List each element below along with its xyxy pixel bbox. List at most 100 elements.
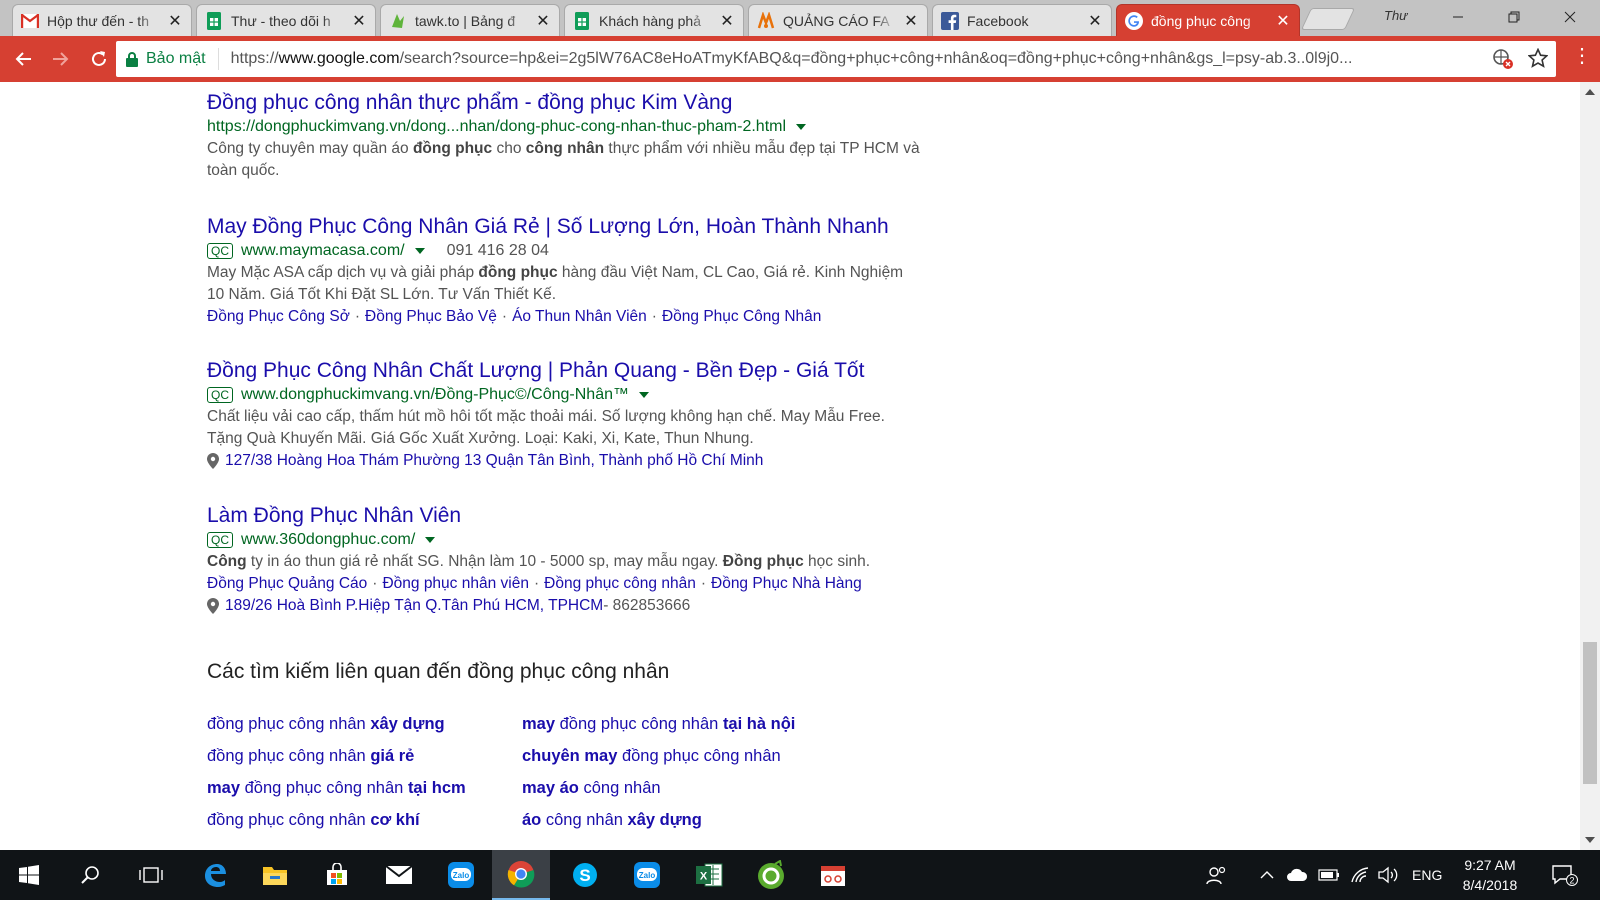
- close-icon[interactable]: ✕: [719, 11, 735, 31]
- related-search-link[interactable]: áo công nhân xây dựng: [522, 811, 702, 830]
- zalo-icon[interactable]: Zalo: [618, 850, 676, 900]
- file-explorer-icon[interactable]: [246, 850, 304, 900]
- related-search-link[interactable]: đồng phục công nhân xây dựng: [207, 715, 445, 734]
- store-icon[interactable]: [308, 850, 366, 900]
- language-indicator[interactable]: ENG: [1412, 850, 1442, 900]
- related-search-link[interactable]: may đồng phục công nhân tại hcm: [207, 779, 466, 798]
- task-view-icon[interactable]: [122, 850, 180, 900]
- scrollbar-thumb[interactable]: [1583, 642, 1597, 784]
- related-bold: cơ khí: [370, 811, 420, 829]
- result-title[interactable]: Đồng Phục Công Nhân Chất Lượng | Phản Qu…: [207, 358, 967, 384]
- new-tab-button[interactable]: [1300, 8, 1356, 30]
- vertical-scrollbar[interactable]: [1580, 82, 1600, 850]
- related-bold: tại hcm: [407, 779, 466, 797]
- sitelink[interactable]: Đồng phục nhân viên: [382, 575, 529, 592]
- dropdown-arrow-icon[interactable]: [425, 537, 436, 543]
- forward-button[interactable]: [44, 42, 78, 76]
- minimize-button[interactable]: [1430, 0, 1486, 34]
- tab-title: Hộp thư đến - th: [47, 12, 149, 29]
- result-title[interactable]: Làm Đồng Phục Nhân Viên: [207, 503, 967, 529]
- translate-icon[interactable]: [1492, 48, 1514, 75]
- edge-icon[interactable]: [186, 850, 244, 900]
- ad-badge: QC: [207, 387, 233, 403]
- close-icon[interactable]: ✕: [1275, 11, 1291, 31]
- close-icon[interactable]: ✕: [351, 11, 367, 31]
- address-bar[interactable]: Bảo mật https://www.google.com/search?so…: [116, 41, 1556, 77]
- dropdown-arrow-icon[interactable]: [639, 392, 649, 398]
- reload-button[interactable]: [82, 42, 116, 76]
- related-search-link[interactable]: chuyên may đồng phục công nhân: [522, 747, 781, 766]
- close-icon[interactable]: ✕: [535, 11, 551, 31]
- dropdown-arrow-icon[interactable]: [414, 248, 425, 254]
- address-row: 127/38 Hoàng Hoa Thám Phường 13 Quận Tân…: [207, 450, 967, 472]
- people-icon[interactable]: [1206, 850, 1228, 900]
- scroll-up-arrow-icon[interactable]: [1585, 89, 1595, 95]
- profile-label[interactable]: Thư: [1384, 8, 1407, 23]
- close-icon[interactable]: ✕: [167, 11, 183, 31]
- sitelink[interactable]: Đồng Phục Nhà Hàng: [711, 575, 862, 592]
- windows-start-icon[interactable]: [0, 850, 58, 900]
- close-window-button[interactable]: [1542, 0, 1598, 34]
- tab-google-search[interactable]: đồng phục công ✕: [1116, 4, 1300, 36]
- sitelink[interactable]: Đồng Phục Công Nhân: [662, 308, 821, 325]
- menu-icon[interactable]: ⋮: [1572, 46, 1592, 66]
- battery-icon[interactable]: [1318, 850, 1340, 900]
- clock[interactable]: 9:27 AM 8/4/2018: [1442, 855, 1538, 895]
- mail-icon[interactable]: [370, 850, 428, 900]
- address-link[interactable]: 189/26 Hoà Bình P.Hiệp Tận Q.Tân Phú HCM…: [225, 595, 603, 617]
- result-title[interactable]: May Đồng Phục Công Nhân Giá Rẻ | Số Lượn…: [207, 214, 967, 240]
- related-search-link[interactable]: may áo công nhân: [522, 779, 661, 798]
- sitelink[interactable]: Đồng Phục Công Sở: [207, 308, 350, 325]
- tab-tawkto[interactable]: tawk.to | Bảng đ ✕: [380, 4, 560, 36]
- chevron-up-icon[interactable]: [1260, 850, 1274, 900]
- result-snippet: May Mặc ASA cấp dịch vụ và giải pháp đồn…: [207, 262, 967, 306]
- secure-indicator[interactable]: Bảo mật: [126, 48, 219, 70]
- snippet-text: cho: [492, 140, 526, 157]
- tab-facebook[interactable]: Facebook ✕: [932, 4, 1112, 36]
- coccoc-icon[interactable]: [742, 850, 800, 900]
- sitelink[interactable]: Đồng Phục Bảo Vệ: [365, 308, 497, 325]
- related-search-link[interactable]: đồng phục công nhân cơ khí: [207, 811, 420, 830]
- snippet-highlight: đồng phục: [412, 140, 493, 157]
- snipping-icon[interactable]: [804, 850, 862, 900]
- result-title[interactable]: Đồng phục công nhân thực phẩm - đồng phụ…: [207, 90, 967, 116]
- onedrive-icon[interactable]: [1286, 850, 1308, 900]
- related-bold: áo: [522, 811, 542, 829]
- related-search-link[interactable]: đồng phục công nhân giá rẻ: [207, 747, 414, 766]
- tab-title: Facebook: [967, 12, 1029, 29]
- scroll-down-arrow-icon[interactable]: [1585, 837, 1595, 843]
- tab-sheets-khach-hang[interactable]: Khách hàng phả ✕: [564, 4, 744, 36]
- back-button[interactable]: [6, 42, 40, 76]
- skype-icon[interactable]: S: [556, 850, 614, 900]
- result-snippet: Công ty in áo thun giá rẻ nhất SG. Nhận …: [207, 551, 967, 573]
- volume-icon[interactable]: [1378, 850, 1400, 900]
- close-icon[interactable]: ✕: [1087, 11, 1103, 31]
- bookmark-star-icon[interactable]: [1527, 47, 1549, 75]
- tab-quang-cao[interactable]: QUẢNG CÁO FA ✕: [748, 4, 928, 36]
- result-url: www.maymacasa.com/: [241, 242, 405, 259]
- related-text: đồng phục công nhân: [617, 747, 781, 765]
- phone-number[interactable]: 091 416 28 04: [447, 240, 549, 262]
- action-center-icon[interactable]: 2: [1550, 850, 1578, 900]
- chrome-icon[interactable]: [492, 850, 550, 900]
- address-link[interactable]: 127/38 Hoàng Hoa Thám Phường 13 Quận Tân…: [225, 450, 763, 472]
- tab-sheets-theo-doi[interactable]: Thư - theo dõi h ✕: [196, 4, 376, 36]
- related-search-link[interactable]: may đồng phục công nhân tại hà nội: [522, 715, 795, 734]
- phone-number: - 862853666: [603, 597, 691, 614]
- tab-gmail[interactable]: Hộp thư đến - th ✕: [12, 4, 192, 36]
- zalo-icon[interactable]: Zalo: [432, 850, 490, 900]
- sitelink[interactable]: Đồng Phục Quảng Cáo: [207, 575, 367, 592]
- url-text[interactable]: https://www.google.com/search?source=hp&…: [219, 50, 1449, 68]
- sitelink[interactable]: Áo Thun Nhân Viên: [512, 308, 647, 325]
- dropdown-arrow-icon[interactable]: [796, 124, 807, 130]
- related-bold: áo: [559, 779, 579, 797]
- excel-icon[interactable]: X: [680, 850, 738, 900]
- sitelinks: Đồng Phục Công Sở · Đồng Phục Bảo Vệ · Áo Th…: [207, 306, 967, 328]
- sitelink[interactable]: Đồng phục công nhân: [544, 575, 696, 592]
- tab-title: Khách hàng phả: [599, 12, 701, 29]
- ad-badge: QC: [207, 243, 233, 259]
- close-icon[interactable]: ✕: [903, 11, 919, 31]
- restore-button[interactable]: [1486, 0, 1542, 34]
- wifi-icon[interactable]: [1350, 850, 1370, 900]
- search-icon[interactable]: [62, 850, 120, 900]
